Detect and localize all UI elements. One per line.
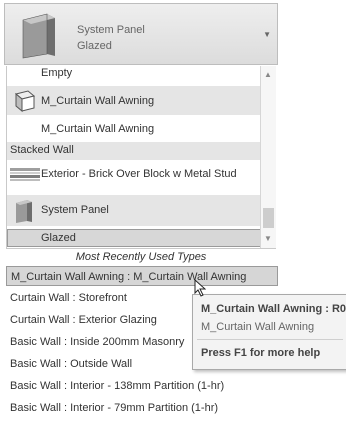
tooltip: M_Curtain Wall Awning : R0 M_Curtain Wal…: [192, 294, 346, 370]
system-panel-thumbnail-icon: [22, 13, 55, 59]
scroll-down-icon[interactable]: ▼: [264, 234, 272, 243]
list-item-label: Glazed: [41, 232, 76, 244]
header-family-name: System Panel: [77, 24, 145, 36]
list-item-empty[interactable]: Empty: [7, 66, 261, 83]
chevron-down-icon[interactable]: ▼: [263, 30, 271, 39]
tooltip-subtitle: M_Curtain Wall Awning: [201, 321, 315, 333]
list-item-label: M_Curtain Wall Awning: [41, 123, 155, 135]
scrollbar-thumb[interactable]: [263, 208, 274, 228]
list-item-label: M_Curtain Wall Awning: [41, 95, 155, 107]
scroll-up-icon[interactable]: ▲: [264, 70, 272, 79]
list-item-label: Empty: [41, 67, 73, 79]
family-row-curtain-awning[interactable]: M_Curtain Wall Awning: [7, 86, 261, 115]
stacked-wall-icon: [10, 168, 40, 181]
type-list-scrollbar[interactable]: ▲ ▼: [260, 66, 276, 249]
curtain-awning-icon: [14, 90, 36, 113]
category-row-stacked-wall: Stacked Wall: [7, 142, 261, 160]
list-item-label: System Panel: [41, 204, 109, 216]
category-label: Stacked Wall: [10, 144, 74, 156]
type-selector-header[interactable]: System Panel Glazed ▼: [4, 3, 278, 65]
tooltip-help: Press F1 for more help: [201, 347, 321, 359]
mru-item-138mm-partition[interactable]: Basic Wall : Interior - 138mm Partition …: [6, 376, 278, 396]
list-item-glazed-selected[interactable]: Glazed: [7, 229, 261, 247]
family-row-exterior-brick[interactable]: Exterior - Brick Over Block w Metal Stud: [7, 162, 261, 188]
mru-caption: Most Recently Used Types: [6, 248, 276, 265]
system-panel-icon: [16, 200, 32, 223]
family-row-system-panel[interactable]: System Panel: [7, 195, 261, 226]
list-item-label: Exterior - Brick Over Block w Metal Stud: [41, 168, 237, 180]
list-item-curtain-awning-type[interactable]: M_Curtain Wall Awning: [7, 119, 261, 141]
tooltip-title: M_Curtain Wall Awning : R0: [201, 303, 346, 315]
mouse-cursor-icon: [194, 279, 206, 297]
mru-item-curtain-awning[interactable]: M_Curtain Wall Awning : M_Curtain Wall A…: [6, 266, 278, 286]
type-list: Empty M_Curtain Wall Awning M_Curtain Wa…: [6, 66, 261, 249]
header-type-name: Glazed: [77, 40, 112, 52]
mru-item-79mm-partition[interactable]: Basic Wall : Interior - 79mm Partition (…: [6, 398, 278, 418]
tooltip-divider: [197, 339, 343, 340]
